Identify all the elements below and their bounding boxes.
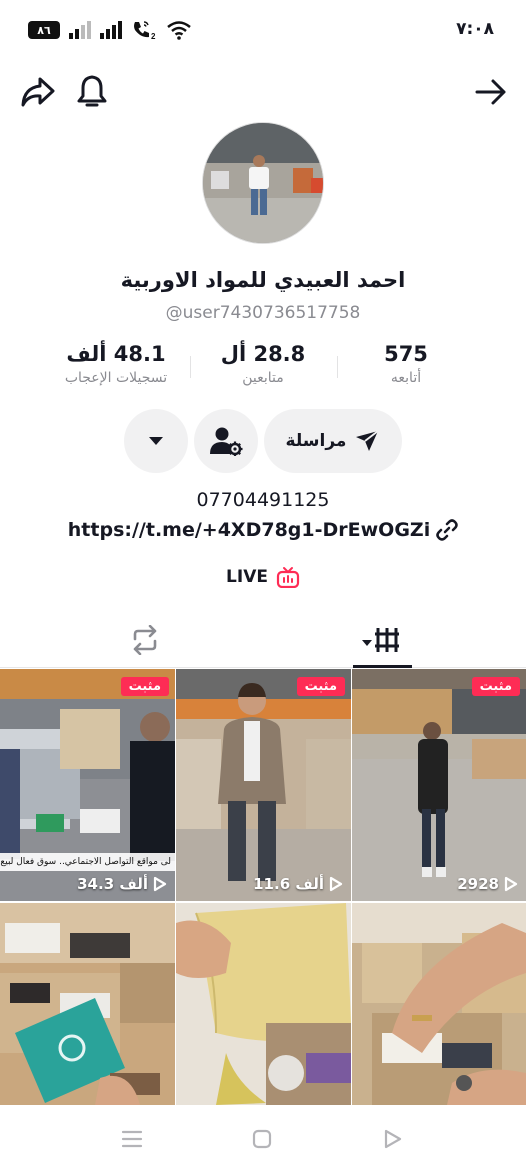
stat-likes[interactable]: 48.1 ألف تسجيلات الإعجاب — [50, 342, 182, 386]
menu-icon — [121, 1130, 143, 1148]
stat-following[interactable]: 575 أتابعه — [376, 342, 436, 386]
send-icon — [356, 430, 380, 451]
view-count-value: 34.3 ألف — [77, 875, 148, 893]
video-thumbnail[interactable] — [176, 903, 351, 1105]
recent-apps-button[interactable] — [112, 1123, 152, 1155]
view-count: 2928 — [457, 875, 518, 893]
arrow-right-icon — [475, 79, 506, 105]
video-grid: مثبت 2928 مثبت 11.6 ألف مثبت لى مواقع ال… — [0, 669, 526, 1105]
stat-following-label: أتابعه — [390, 370, 422, 386]
view-count: 11.6 ألف — [253, 875, 343, 893]
video-thumbnail[interactable]: مثبت 11.6 ألف — [176, 669, 351, 901]
repost-icon — [133, 625, 156, 655]
volte-call-icon: 2 — [134, 21, 156, 40]
share-button[interactable] — [18, 72, 58, 112]
stat-divider — [190, 356, 191, 378]
bio-link[interactable]: https://t.me/+4XD78g1-DrEwOGZi — [0, 519, 526, 541]
avatar-photo — [203, 123, 323, 243]
content-tabs — [0, 612, 526, 668]
video-thumbnail-image — [352, 669, 526, 901]
wifi-icon — [167, 21, 191, 40]
tv-icon — [276, 567, 300, 588]
view-count: 34.3 ألف — [77, 875, 167, 893]
back-triangle-icon — [384, 1129, 402, 1149]
pinned-badge: مثبت — [120, 677, 169, 696]
message-button[interactable]: مراسلة — [264, 409, 402, 473]
back-button[interactable] — [470, 72, 512, 112]
battery-level: ٨٦ — [37, 23, 51, 37]
play-icon — [153, 876, 167, 892]
system-back-button[interactable] — [372, 1123, 412, 1155]
bell-icon — [77, 75, 107, 107]
notifications-button[interactable] — [72, 72, 112, 112]
suggested-accounts-button[interactable] — [194, 409, 258, 473]
battery-indicator: ٨٦ — [28, 21, 60, 39]
status-indicators: ٨٦ 2 — [28, 20, 192, 40]
tab-videos[interactable] — [353, 612, 412, 668]
stat-followers[interactable]: 28.8 أل متابعين — [213, 342, 313, 386]
grid-lines-icon — [361, 628, 399, 652]
play-icon — [504, 876, 518, 892]
view-count-value: 2928 — [457, 875, 499, 893]
signal-icon — [100, 21, 122, 39]
profile-stats: 575 أتابعه 28.8 أل متابعين 48.1 ألف تسجي… — [0, 342, 526, 398]
live-events[interactable]: LIVE — [0, 566, 526, 588]
link-icon — [436, 519, 458, 541]
video-thumbnail-image — [176, 903, 351, 1105]
person-settings-icon — [210, 427, 243, 456]
stat-following-value: 575 — [384, 342, 428, 366]
home-button[interactable] — [242, 1123, 282, 1155]
video-thumbnail[interactable] — [352, 903, 526, 1105]
play-icon — [329, 876, 343, 892]
stat-divider — [337, 356, 338, 378]
more-options-dropdown[interactable] — [124, 409, 188, 473]
bio-link-text: https://t.me/+4XD78g1-DrEwOGZi — [67, 519, 431, 541]
status-bar: ٨٦ 2 ٧:٠٨ — [0, 0, 526, 60]
system-nav-bar — [0, 1105, 526, 1169]
pinned-badge: مثبت — [471, 677, 520, 696]
status-time: ٧:٠٨ — [456, 19, 494, 39]
signal-icon — [69, 21, 91, 39]
view-count-value: 11.6 ألف — [253, 875, 324, 893]
tab-reposts[interactable] — [115, 612, 174, 668]
share-icon — [21, 77, 55, 107]
stat-followers-value: 28.8 أل — [220, 342, 306, 366]
video-thumbnail-image — [0, 903, 175, 1105]
caret-down-icon — [149, 437, 163, 445]
bio-phone: 07704491125 — [196, 489, 330, 511]
video-thumbnail[interactable]: مثبت لى مواقع التواصل الاجتماعي.. سوق فع… — [0, 669, 175, 901]
video-thumbnail[interactable]: مثبت 2928 — [352, 669, 526, 901]
svg-text:2: 2 — [151, 32, 156, 40]
stat-likes-label: تسجيلات الإعجاب — [64, 370, 168, 386]
profile-actions: مراسلة — [0, 409, 526, 473]
live-label: LIVE — [226, 567, 268, 587]
video-thumbnail-image — [352, 903, 526, 1105]
avatar[interactable] — [202, 122, 324, 244]
message-label: مراسلة — [285, 431, 347, 451]
video-thumbnail[interactable] — [0, 903, 175, 1105]
stat-likes-value: 48.1 ألف — [66, 342, 166, 366]
video-caption: لى مواقع التواصل الاجتماعي.. سوق فعال لب… — [0, 853, 175, 871]
tab-indicator — [353, 665, 412, 668]
pinned-badge: مثبت — [296, 677, 345, 696]
display-name: احمد العبيدي للمواد الاوربية — [120, 268, 406, 292]
username: @user7430736517758 — [165, 303, 361, 323]
video-thumbnail-image — [176, 669, 351, 901]
home-square-icon — [252, 1129, 272, 1149]
stat-followers-label: متابعين — [242, 370, 284, 386]
